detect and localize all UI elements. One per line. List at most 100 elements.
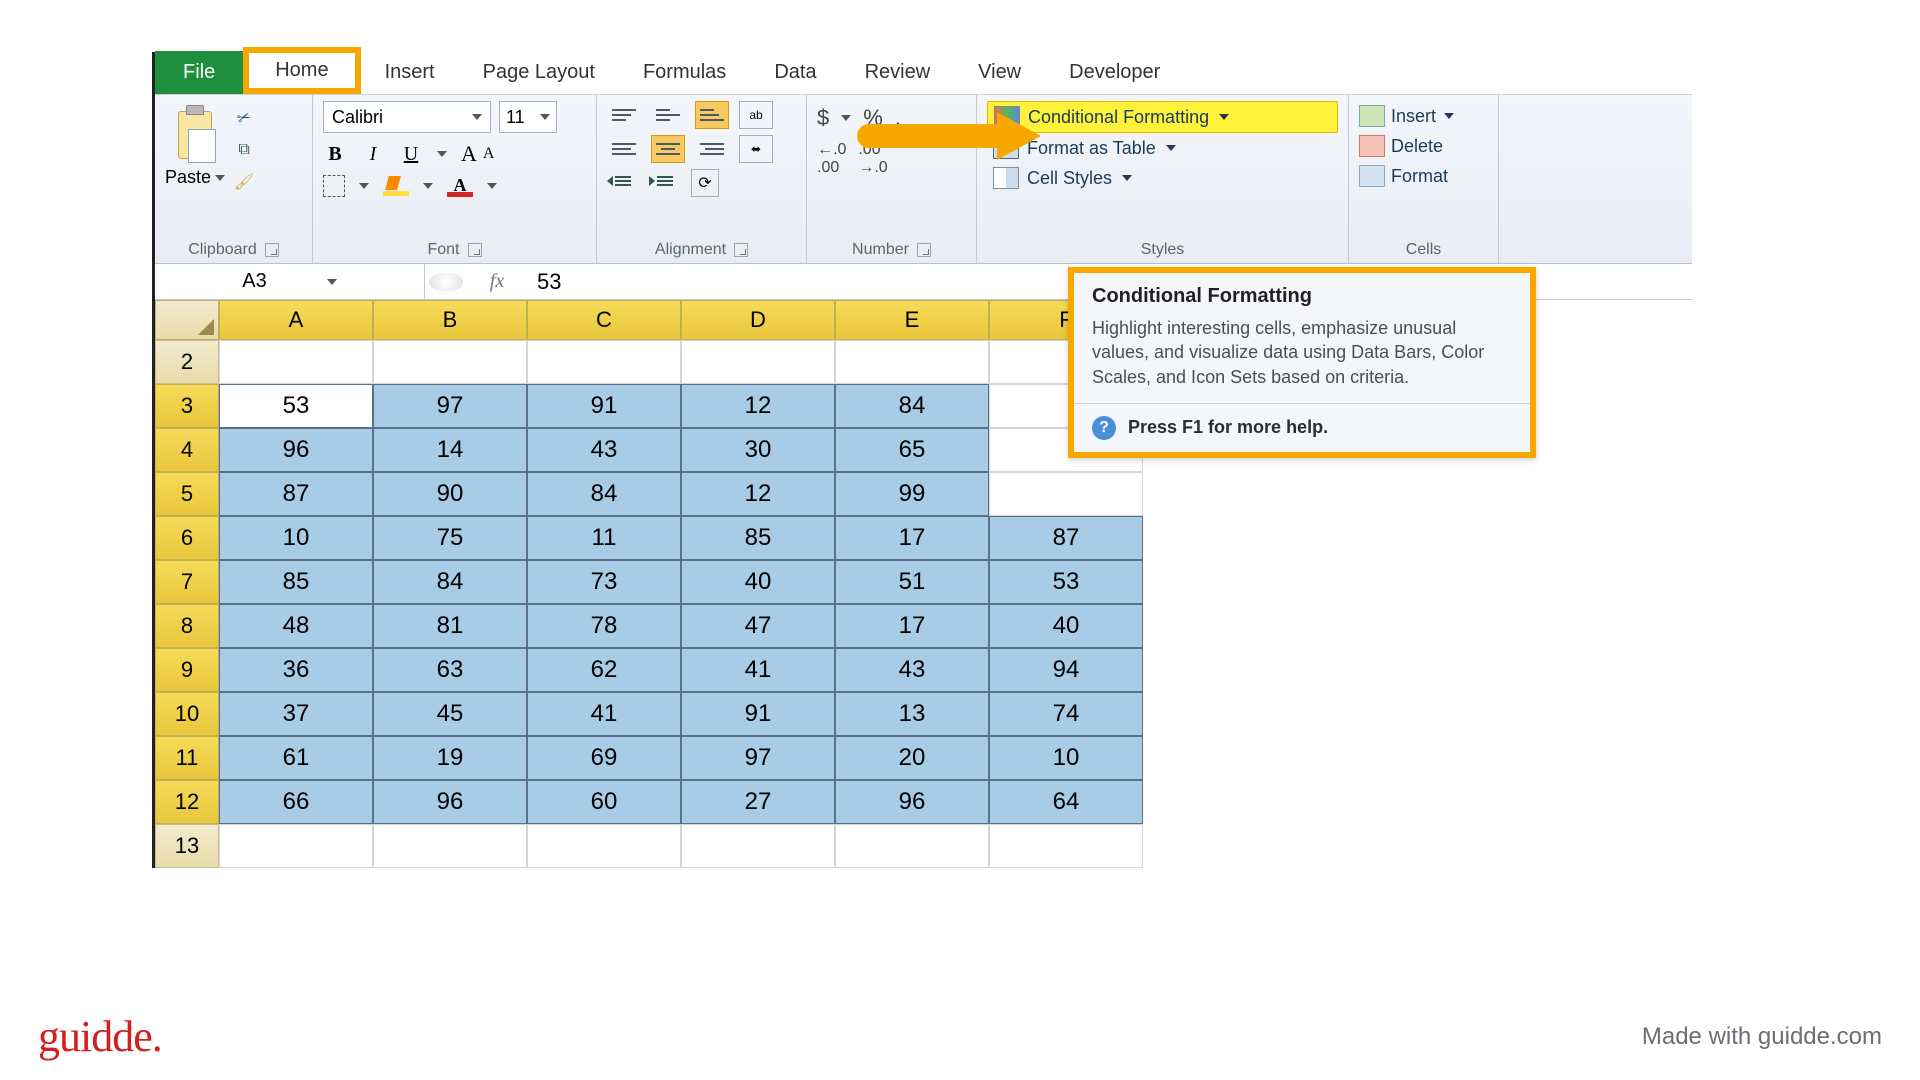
cell[interactable]: 30 (681, 428, 835, 472)
cell[interactable]: 97 (681, 736, 835, 780)
row-header[interactable]: 7 (155, 560, 219, 604)
format-cells-button[interactable]: Format (1359, 161, 1488, 191)
font-dialog-launcher[interactable] (468, 243, 482, 257)
tab-formulas[interactable]: Formulas (619, 51, 750, 94)
cell[interactable]: 84 (373, 560, 527, 604)
cell[interactable]: 66 (219, 780, 373, 824)
wrap-text-button[interactable]: ab (739, 101, 773, 129)
copy-icon[interactable]: ⧉ (233, 139, 255, 161)
underline-button[interactable]: U (399, 143, 423, 166)
cell[interactable]: 96 (219, 428, 373, 472)
font-color-button[interactable]: A (447, 175, 473, 197)
fill-color-button[interactable] (383, 176, 409, 196)
format-painter-icon[interactable]: 🖌 (233, 171, 255, 193)
cell[interactable] (527, 340, 681, 384)
increase-indent-button[interactable] (649, 169, 681, 193)
cell[interactable]: 91 (527, 384, 681, 428)
cell[interactable]: 75 (373, 516, 527, 560)
cell[interactable]: 96 (835, 780, 989, 824)
cell[interactable]: 84 (527, 472, 681, 516)
column-header[interactable]: D (681, 300, 835, 340)
align-center-button[interactable] (651, 135, 685, 163)
borders-button[interactable] (323, 175, 345, 197)
cell[interactable]: 91 (681, 692, 835, 736)
cell[interactable]: 53 (219, 384, 373, 428)
column-header[interactable]: E (835, 300, 989, 340)
cell[interactable]: 85 (219, 560, 373, 604)
cell[interactable]: 12 (681, 472, 835, 516)
name-box[interactable]: A3 (155, 264, 425, 299)
column-header[interactable]: B (373, 300, 527, 340)
cell[interactable] (373, 824, 527, 868)
cell[interactable]: 14 (373, 428, 527, 472)
cell[interactable]: 27 (681, 780, 835, 824)
align-middle-button[interactable] (651, 101, 685, 129)
tab-view[interactable]: View (954, 51, 1045, 94)
font-name-select[interactable]: Calibri (323, 101, 491, 133)
cell[interactable] (219, 340, 373, 384)
cell[interactable]: 99 (835, 472, 989, 516)
cell[interactable]: 87 (989, 516, 1143, 560)
delete-cells-button[interactable]: Delete (1359, 131, 1488, 161)
column-header[interactable]: A (219, 300, 373, 340)
cell[interactable]: 10 (219, 516, 373, 560)
cell[interactable]: 94 (989, 648, 1143, 692)
cell[interactable] (989, 824, 1143, 868)
cell[interactable] (989, 472, 1143, 516)
paste-dropdown-icon[interactable] (215, 175, 225, 181)
shrink-font-button[interactable]: A (483, 145, 495, 171)
cell[interactable]: 19 (373, 736, 527, 780)
row-header[interactable]: 13 (155, 824, 219, 868)
cell[interactable]: 84 (835, 384, 989, 428)
number-dialog-launcher[interactable] (917, 243, 931, 257)
row-header[interactable]: 9 (155, 648, 219, 692)
paste-button[interactable]: Paste (165, 167, 211, 188)
decrease-indent-button[interactable] (607, 169, 639, 193)
cell[interactable]: 97 (373, 384, 527, 428)
row-header[interactable]: 3 (155, 384, 219, 428)
tab-data[interactable]: Data (750, 51, 840, 94)
tab-page-layout[interactable]: Page Layout (459, 51, 619, 94)
select-all-corner[interactable] (155, 300, 219, 340)
row-header[interactable]: 8 (155, 604, 219, 648)
cell[interactable]: 69 (527, 736, 681, 780)
cell[interactable]: 51 (835, 560, 989, 604)
borders-dropdown-icon[interactable] (359, 183, 369, 189)
increase-decimal-button[interactable]: ←.0.00 (817, 141, 846, 177)
tab-review[interactable]: Review (841, 51, 955, 94)
cell[interactable]: 17 (835, 604, 989, 648)
align-left-button[interactable] (607, 135, 641, 163)
cell[interactable] (527, 824, 681, 868)
cell[interactable]: 11 (527, 516, 681, 560)
cell[interactable]: 74 (989, 692, 1143, 736)
cell[interactable]: 62 (527, 648, 681, 692)
cell[interactable]: 48 (219, 604, 373, 648)
row-header[interactable]: 4 (155, 428, 219, 472)
cell[interactable]: 61 (219, 736, 373, 780)
name-box-dropdown-icon[interactable] (327, 279, 337, 285)
tab-insert[interactable]: Insert (361, 51, 459, 94)
cell[interactable]: 43 (835, 648, 989, 692)
bold-button[interactable]: B (323, 143, 347, 166)
cut-icon[interactable]: ✂ (230, 104, 258, 132)
cell[interactable]: 53 (989, 560, 1143, 604)
row-header[interactable]: 6 (155, 516, 219, 560)
cell[interactable] (681, 824, 835, 868)
italic-button[interactable]: I (361, 143, 385, 166)
row-header[interactable]: 5 (155, 472, 219, 516)
cell[interactable]: 17 (835, 516, 989, 560)
cell[interactable]: 41 (681, 648, 835, 692)
cell-styles-button[interactable]: Cell Styles (987, 163, 1338, 193)
grow-font-button[interactable]: A (461, 141, 477, 167)
cell[interactable] (681, 340, 835, 384)
cell[interactable]: 78 (527, 604, 681, 648)
cell[interactable] (219, 824, 373, 868)
cell[interactable]: 40 (989, 604, 1143, 648)
orientation-button[interactable]: ⟳ (691, 169, 719, 197)
cell[interactable]: 36 (219, 648, 373, 692)
cell[interactable]: 10 (989, 736, 1143, 780)
cell[interactable]: 90 (373, 472, 527, 516)
cell[interactable]: 12 (681, 384, 835, 428)
column-header[interactable]: C (527, 300, 681, 340)
cell[interactable] (373, 340, 527, 384)
